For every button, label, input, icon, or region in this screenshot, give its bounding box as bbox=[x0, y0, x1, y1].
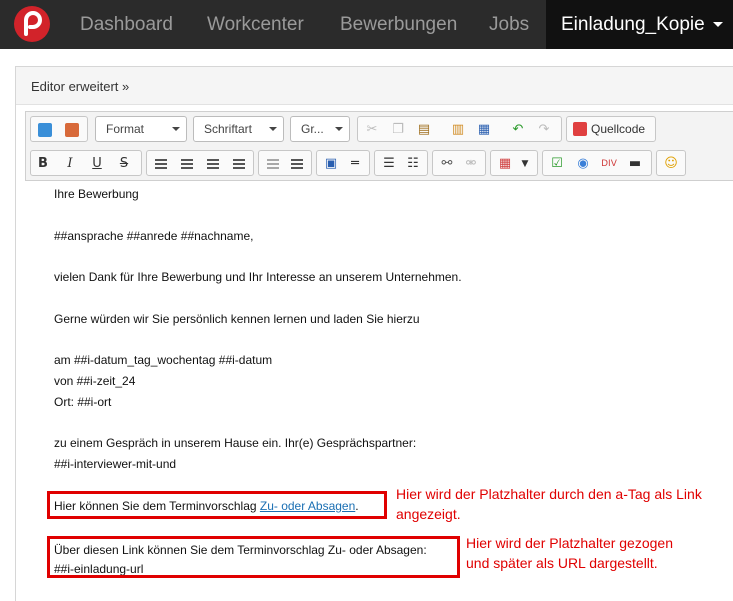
toolbar-group-smiley: ☺ bbox=[656, 150, 686, 176]
toolbar-group-table: ▦ ▼ bbox=[490, 150, 538, 176]
cut-icon[interactable]: ✂ bbox=[362, 120, 382, 140]
radio-icon[interactable]: ◉ bbox=[573, 154, 593, 174]
outdent-icon[interactable] bbox=[263, 154, 283, 174]
insert-image-icon[interactable] bbox=[35, 120, 55, 140]
size-select[interactable]: Gr... bbox=[290, 116, 350, 142]
align-center-icon[interactable] bbox=[177, 154, 197, 174]
nav-dashboard[interactable]: Dashboard bbox=[80, 0, 173, 49]
toolbar-group-insert bbox=[30, 116, 88, 142]
annotation-link: Hier wird der Platzhalter durch den a-Ta… bbox=[396, 484, 702, 524]
dropdown-arrow-icon bbox=[172, 127, 180, 131]
numbered-list-icon[interactable]: ☰ bbox=[379, 154, 399, 174]
nav-einladung-label: Einladung_Kopie bbox=[561, 14, 705, 35]
content-line: vielen Dank für Ihre Bewerbung und Ihr I… bbox=[54, 270, 462, 284]
source-code-icon bbox=[573, 122, 587, 136]
smiley-icon[interactable]: ☺ bbox=[661, 154, 681, 174]
highlight-box-link bbox=[47, 491, 387, 519]
table-icon[interactable]: ▦ bbox=[495, 154, 515, 174]
align-left-icon[interactable] bbox=[151, 154, 171, 174]
toolbar-group-align bbox=[146, 150, 254, 176]
content-line: von ##i-zeit_24 bbox=[54, 374, 136, 388]
content-line: ##i-interviewer-mit-und bbox=[54, 457, 177, 471]
source-button-label: Quellcode bbox=[591, 122, 646, 136]
paste-icon[interactable]: ▤ bbox=[414, 120, 434, 140]
toolbar-group-forms: ☑ ◉ DIV ▬ bbox=[542, 150, 652, 176]
italic-icon[interactable]: I bbox=[60, 154, 80, 174]
highlight-box-url bbox=[47, 536, 460, 578]
content-line: ##ansprache ##anrede ##nachname, bbox=[54, 229, 254, 243]
format-select[interactable]: Format bbox=[95, 116, 187, 142]
textfield-icon[interactable]: ▬ bbox=[625, 154, 645, 174]
size-select-label: Gr... bbox=[301, 122, 324, 136]
align-justify-icon[interactable] bbox=[229, 154, 249, 174]
chevron-down-icon[interactable]: ▼ bbox=[515, 154, 535, 174]
top-navbar: Dashboard Workcenter Bewerbungen Jobs Ei… bbox=[0, 0, 733, 49]
editor-toolbar: Format Schriftart Gr... ✂ ❐ ▤ ▥ ▦ ↶ ↷ Qu… bbox=[25, 111, 733, 181]
undo-icon[interactable]: ↶ bbox=[508, 120, 528, 140]
redo-icon[interactable]: ↷ bbox=[534, 120, 554, 140]
underline-icon[interactable]: U bbox=[87, 154, 107, 174]
panel-title-toggle[interactable]: Editor erweitert » bbox=[31, 79, 129, 94]
content-line: Gerne würden wir Sie persönlich kennen l… bbox=[54, 312, 420, 326]
paste-text-icon[interactable]: ▥ bbox=[448, 120, 468, 140]
annotation-text: Hier wird der Platzhalter durch den a-Ta… bbox=[396, 486, 702, 502]
brand-logo-icon[interactable] bbox=[14, 6, 50, 42]
checkbox-icon[interactable]: ☑ bbox=[547, 154, 567, 174]
nav-bewerbungen[interactable]: Bewerbungen bbox=[340, 0, 457, 49]
panel-heading: Editor erweitert » bbox=[16, 67, 733, 105]
blockquote-icon[interactable]: ▣ bbox=[321, 154, 341, 174]
dropdown-arrow-icon bbox=[269, 127, 277, 131]
nav-workcenter[interactable]: Workcenter bbox=[207, 0, 304, 49]
dropdown-arrow-icon bbox=[335, 127, 343, 131]
annotation-text: und später als URL dargestellt. bbox=[466, 555, 658, 571]
content-line: Ihre Bewerbung bbox=[54, 187, 139, 201]
font-select[interactable]: Schriftart bbox=[193, 116, 284, 142]
paste-word-icon[interactable]: ▦ bbox=[474, 120, 494, 140]
horizontal-rule-icon[interactable]: ═ bbox=[345, 154, 365, 174]
toolbar-group-links: ⚯ ⚮ bbox=[432, 150, 486, 176]
annotation-text: angezeigt. bbox=[396, 506, 461, 522]
font-select-label: Schriftart bbox=[204, 122, 253, 136]
toolbar-group-block: ▣ ═ bbox=[316, 150, 370, 176]
format-select-label: Format bbox=[106, 122, 145, 136]
annotation-text: Hier wird der Platzhalter gezogen bbox=[466, 535, 673, 551]
bullet-list-icon[interactable]: ☷ bbox=[403, 154, 423, 174]
content-line: Ort: ##i-ort bbox=[54, 395, 112, 409]
source-button[interactable]: Quellcode bbox=[566, 116, 656, 142]
content-line: am ##i-datum_tag_wochentag ##i-datum bbox=[54, 353, 273, 367]
indent-icon[interactable] bbox=[287, 154, 307, 174]
caret-down-icon bbox=[712, 22, 723, 28]
toolbar-group-lists: ☰ ☷ bbox=[374, 150, 428, 176]
nav-einladung-dropdown[interactable]: Einladung_Kopie bbox=[546, 0, 733, 49]
copy-icon[interactable]: ❐ bbox=[388, 120, 408, 140]
annotation-url: Hier wird der Platzhalter gezogen und sp… bbox=[466, 533, 673, 573]
toolbar-group-clipboard: ✂ ❐ ▤ ▥ ▦ ↶ ↷ bbox=[357, 116, 562, 142]
toolbar-group-indent bbox=[258, 150, 312, 176]
div-icon[interactable]: DIV bbox=[599, 154, 619, 174]
align-right-icon[interactable] bbox=[203, 154, 223, 174]
bold-icon[interactable]: B bbox=[33, 154, 53, 174]
unlink-icon[interactable]: ⚮ bbox=[461, 154, 481, 174]
nav-jobs[interactable]: Jobs bbox=[489, 0, 529, 49]
link-icon[interactable]: ⚯ bbox=[437, 154, 457, 174]
toolbar-group-style: B I U S bbox=[30, 150, 142, 176]
content-line: zu einem Gespräch in unserem Hause ein. … bbox=[54, 436, 417, 450]
strikethrough-icon[interactable]: S bbox=[114, 154, 134, 174]
insert-media-icon[interactable] bbox=[62, 120, 82, 140]
